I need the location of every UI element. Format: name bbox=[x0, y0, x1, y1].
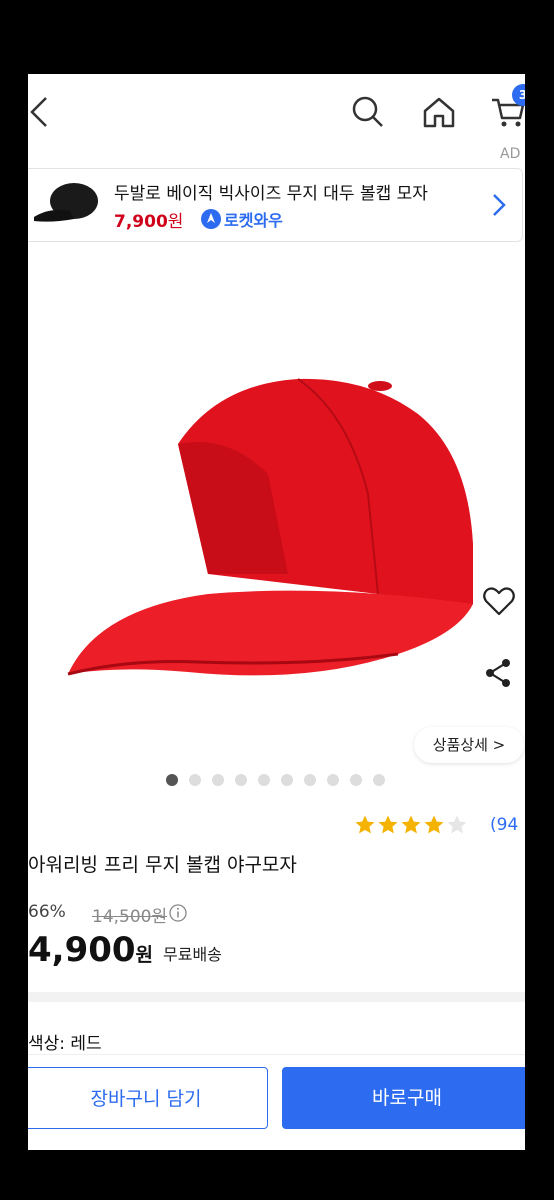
ad-product-title: 두발로 베이직 빅사이즈 무지 대두 볼캡 모자 bbox=[114, 184, 428, 204]
pagination-dot[interactable] bbox=[350, 774, 362, 786]
star-empty-icon bbox=[447, 815, 467, 834]
sale-price: 4,900원 bbox=[28, 930, 154, 970]
ad-product-price: 7,900원 bbox=[114, 212, 184, 232]
star-filled-icon bbox=[355, 815, 375, 834]
rocket-wow-badge: 로켓와우 bbox=[201, 207, 283, 231]
section-divider bbox=[28, 992, 525, 1002]
pagination-dot[interactable] bbox=[166, 774, 178, 786]
original-price: 14,500원 bbox=[92, 907, 168, 927]
product-image-red-cap[interactable] bbox=[28, 274, 525, 734]
star-filled-icon bbox=[378, 815, 398, 834]
image-pagination-dots bbox=[166, 774, 385, 786]
chevron-right-icon[interactable] bbox=[488, 191, 508, 219]
pagination-dot[interactable] bbox=[258, 774, 270, 786]
screen: 3 AD 두발로 베이직 빅사이즈 무지 대두 볼캡 모자 7,900원 로켓와… bbox=[28, 74, 525, 1150]
back-arrow-icon[interactable] bbox=[28, 94, 52, 130]
free-shipping-label: 무료배송 bbox=[163, 945, 222, 964]
bottom-action-bar: 장바구니 담기 바로구매 bbox=[28, 1054, 525, 1150]
star-filled-icon bbox=[424, 815, 444, 834]
buy-now-button[interactable]: 바로구매 bbox=[282, 1067, 525, 1129]
review-count-link[interactable]: (94 bbox=[490, 815, 518, 835]
discount-rate: 66% bbox=[28, 902, 66, 922]
rating-stars bbox=[354, 814, 468, 836]
share-icon[interactable] bbox=[480, 654, 518, 692]
pagination-dot[interactable] bbox=[373, 774, 385, 786]
sponsored-product-card[interactable]: 두발로 베이직 빅사이즈 무지 대두 볼캡 모자 7,900원 로켓와우 bbox=[28, 168, 523, 242]
pagination-dot[interactable] bbox=[235, 774, 247, 786]
pagination-dot[interactable] bbox=[304, 774, 316, 786]
search-icon[interactable] bbox=[350, 94, 386, 130]
pagination-dot[interactable] bbox=[327, 774, 339, 786]
info-icon[interactable] bbox=[169, 904, 187, 922]
wishlist-heart-icon[interactable] bbox=[480, 582, 518, 620]
product-detail-button[interactable]: 상품상세 > bbox=[414, 727, 524, 763]
selected-option[interactable]: 색상: 레드 bbox=[28, 1029, 102, 1054]
pagination-dot[interactable] bbox=[189, 774, 201, 786]
rocket-wow-label: 로켓와우 bbox=[224, 211, 283, 230]
home-icon[interactable] bbox=[421, 94, 457, 130]
add-to-cart-button[interactable]: 장바구니 담기 bbox=[28, 1067, 268, 1129]
product-title: 아워리빙 프리 무지 볼캡 야구모자 bbox=[28, 854, 297, 876]
rocket-icon bbox=[201, 209, 221, 229]
top-navigation: 3 AD bbox=[28, 74, 525, 164]
pagination-dot[interactable] bbox=[212, 774, 224, 786]
star-filled-icon bbox=[401, 815, 421, 834]
black-cap-thumbnail bbox=[34, 183, 98, 222]
pagination-dot[interactable] bbox=[281, 774, 293, 786]
ad-label: AD bbox=[500, 146, 521, 162]
